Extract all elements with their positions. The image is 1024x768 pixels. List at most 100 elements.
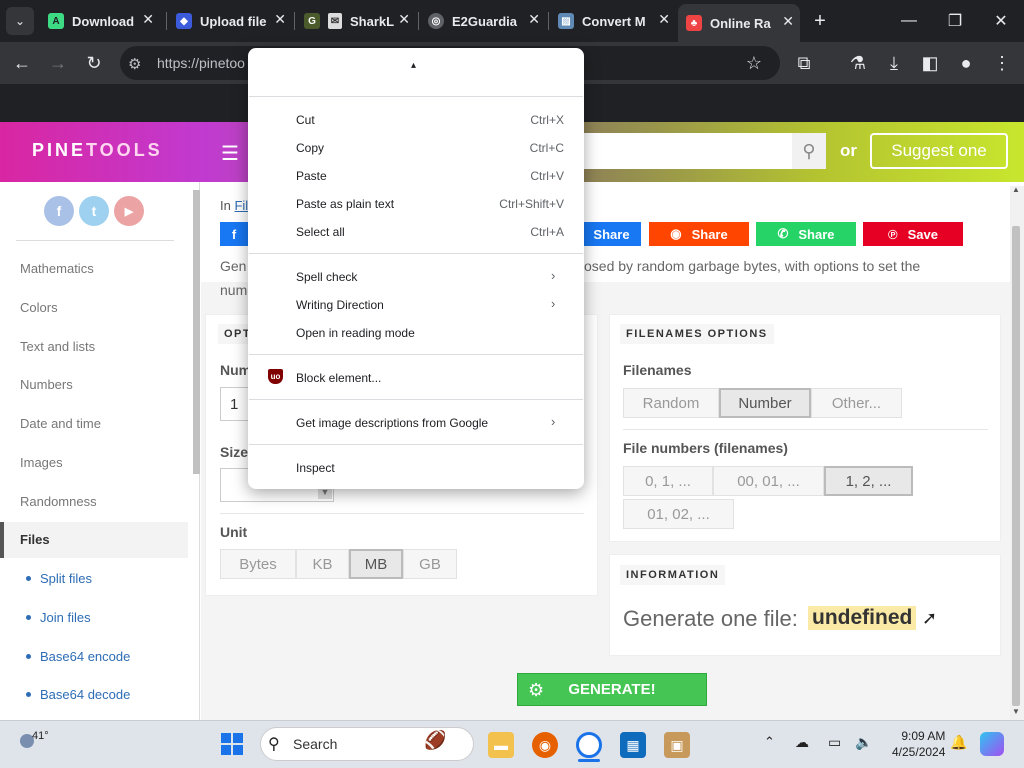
filenames-option-random[interactable]: Random (623, 388, 719, 418)
close-icon[interactable]: ✕ (274, 11, 286, 28)
sidebar-item-colors[interactable]: Colors (20, 300, 58, 315)
share-button-reddit[interactable]: ◉ Share (649, 222, 749, 246)
menu-item-block-element[interactable]: Block element... (296, 371, 381, 385)
menu-item-select-all[interactable]: Select all (296, 225, 345, 239)
unit-option-mb[interactable]: MB (349, 549, 403, 579)
sidebar-item-date-and-time[interactable]: Date and time (20, 416, 101, 431)
clock-time: 9:09 AM (901, 729, 946, 743)
chrome-icon[interactable] (576, 732, 602, 758)
network-icon[interactable]: ☁ (795, 734, 809, 751)
sidebar-item-files-label[interactable]: Files (20, 532, 50, 547)
menu-kebab-icon[interactable]: ⋮ (988, 49, 1016, 77)
side-panel-icon[interactable]: ◧ (916, 49, 944, 77)
close-window-button[interactable]: ✕ (978, 0, 1024, 42)
sidebar-link-join-files[interactable]: Join files (40, 610, 91, 625)
tab-e2guardian[interactable]: ◎ E2Guardia ✕ (420, 8, 546, 34)
unit-option-kb[interactable]: KB (296, 549, 349, 579)
menu-item-writing-direction[interactable]: Writing Direction (296, 298, 384, 312)
page-scrollbar-thumb[interactable] (1012, 226, 1020, 706)
menu-item-image-descriptions[interactable]: Get image descriptions from Google (296, 416, 488, 430)
display-icon[interactable]: ▭ (828, 734, 841, 751)
forward-arrow-icon[interactable]: → (44, 49, 72, 77)
sidebar-item-text-and-lists[interactable]: Text and lists (20, 339, 95, 354)
speaker-icon[interactable]: 🔈 (855, 734, 872, 751)
breadcrumb-link[interactable]: Fil (234, 198, 248, 213)
facebook-icon[interactable]: f (44, 196, 74, 226)
menu-item-spell-check[interactable]: Spell check (296, 270, 357, 284)
download-icon[interactable]: ⤓ (880, 49, 908, 77)
copilot-icon[interactable] (980, 732, 1004, 756)
menu-item-paste[interactable]: Paste (296, 169, 327, 183)
pinetools-logo[interactable]: PINETOOLS (32, 140, 163, 161)
scroll-down-arrow-icon[interactable]: ▼ (1012, 707, 1020, 716)
maximize-button[interactable]: ❐ (932, 0, 978, 42)
clock[interactable]: 9:09 AM 4/25/2024 (892, 728, 945, 760)
profile-avatar-icon[interactable]: ● (952, 49, 980, 77)
share-button-facebook[interactable]: Share (582, 222, 641, 246)
tab-convert[interactable]: ▨ Convert M ✕ (550, 8, 676, 34)
tab-search-chevron-icon[interactable]: ⌄ (6, 7, 34, 35)
filenames-option-other[interactable]: Other... (811, 388, 902, 418)
hamburger-menu-icon[interactable]: ☰ (221, 141, 239, 166)
file-numbers-option-0[interactable]: 0, 1, ... (623, 466, 713, 496)
url-text[interactable]: https://pinetoo (157, 55, 245, 71)
sharklasers-icon: G (304, 13, 320, 29)
sidebar-link-base64-decode[interactable]: Base64 decode (40, 687, 130, 702)
tab-upload[interactable]: ◆ Upload file ✕ (168, 8, 292, 34)
unit-option-gb[interactable]: GB (403, 549, 457, 579)
menu-item-reading-mode[interactable]: Open in reading mode (296, 326, 415, 340)
unit-option-bytes[interactable]: Bytes (220, 549, 296, 579)
sidebar-item-numbers[interactable]: Numbers (20, 377, 73, 392)
close-icon[interactable]: ✕ (142, 11, 154, 28)
youtube-icon[interactable]: ▶ (114, 196, 144, 226)
file-numbers-option-1[interactable]: 1, 2, ... (824, 466, 913, 496)
store-icon[interactable]: ▦ (620, 732, 646, 758)
suggest-one-button[interactable]: Suggest one (870, 133, 1008, 169)
reload-icon[interactable]: ↻ (80, 49, 108, 77)
minimize-button[interactable]: — (886, 0, 932, 42)
close-icon[interactable]: ✕ (782, 13, 794, 30)
package-icon[interactable]: ▣ (664, 732, 690, 758)
sidebar-link-base64-encode[interactable]: Base64 encode (40, 649, 130, 664)
tab-online-random[interactable]: ♣ Online Ra ✕ (678, 4, 800, 42)
facebook-share-icon[interactable]: f (220, 222, 248, 246)
twitter-icon[interactable]: t (79, 196, 109, 226)
weather-temp[interactable]: 41° (32, 730, 49, 742)
scroll-up-arrow-icon[interactable]: ▲ (1012, 185, 1020, 194)
search-icon[interactable]: ⚲ (792, 133, 826, 169)
menu-item-paste-plain[interactable]: Paste as plain text (296, 197, 394, 211)
description-line2: num (220, 282, 248, 298)
labs-flask-icon[interactable]: ⚗ (844, 49, 872, 77)
sidebar-scrollbar[interactable] (193, 190, 200, 474)
notification-bell-icon[interactable]: 🔔 (950, 734, 967, 751)
file-explorer-icon[interactable]: ▬ (488, 732, 514, 758)
share-button-whatsapp[interactable]: ✆ Share (756, 222, 856, 246)
menu-item-cut[interactable]: Cut (296, 113, 315, 127)
menu-item-copy[interactable]: Copy (296, 141, 324, 155)
site-search-input[interactable] (560, 133, 792, 169)
tab-download[interactable]: A Download ✕ (40, 8, 160, 34)
file-numbers-option-01[interactable]: 01, 02, ... (623, 499, 734, 529)
save-button-pinterest[interactable]: ℗ Save (863, 222, 963, 246)
file-numbers-option-00[interactable]: 00, 01, ... (713, 466, 824, 496)
tab-sharkl[interactable]: G ✉ SharkL ✕ (296, 8, 416, 34)
close-icon[interactable]: ✕ (658, 11, 670, 28)
close-icon[interactable]: ✕ (398, 11, 410, 28)
filenames-option-number[interactable]: Number (719, 388, 811, 418)
sidebar-item-images[interactable]: Images (20, 455, 63, 470)
chevron-up-icon[interactable]: ⌃ (764, 734, 775, 750)
close-icon[interactable]: ✕ (528, 11, 540, 28)
new-tab-button[interactable]: + (806, 7, 834, 35)
sidebar-item-mathematics[interactable]: Mathematics (20, 261, 94, 276)
extensions-icon[interactable]: ⧉ (790, 49, 818, 77)
firefox-icon[interactable]: ◉ (532, 732, 558, 758)
generate-button[interactable]: GENERATE! (517, 673, 707, 706)
site-info-icon[interactable]: ⚙ (128, 55, 141, 73)
sidebar-link-split-files[interactable]: Split files (40, 571, 92, 586)
back-arrow-icon[interactable]: ← (8, 49, 36, 77)
bookmark-star-icon[interactable]: ☆ (740, 49, 768, 77)
sidebar-item-randomness[interactable]: Randomness (20, 494, 97, 509)
image-icon: ▨ (558, 13, 574, 29)
windows-start-icon[interactable] (221, 733, 243, 755)
menu-item-inspect[interactable]: Inspect (296, 461, 335, 475)
